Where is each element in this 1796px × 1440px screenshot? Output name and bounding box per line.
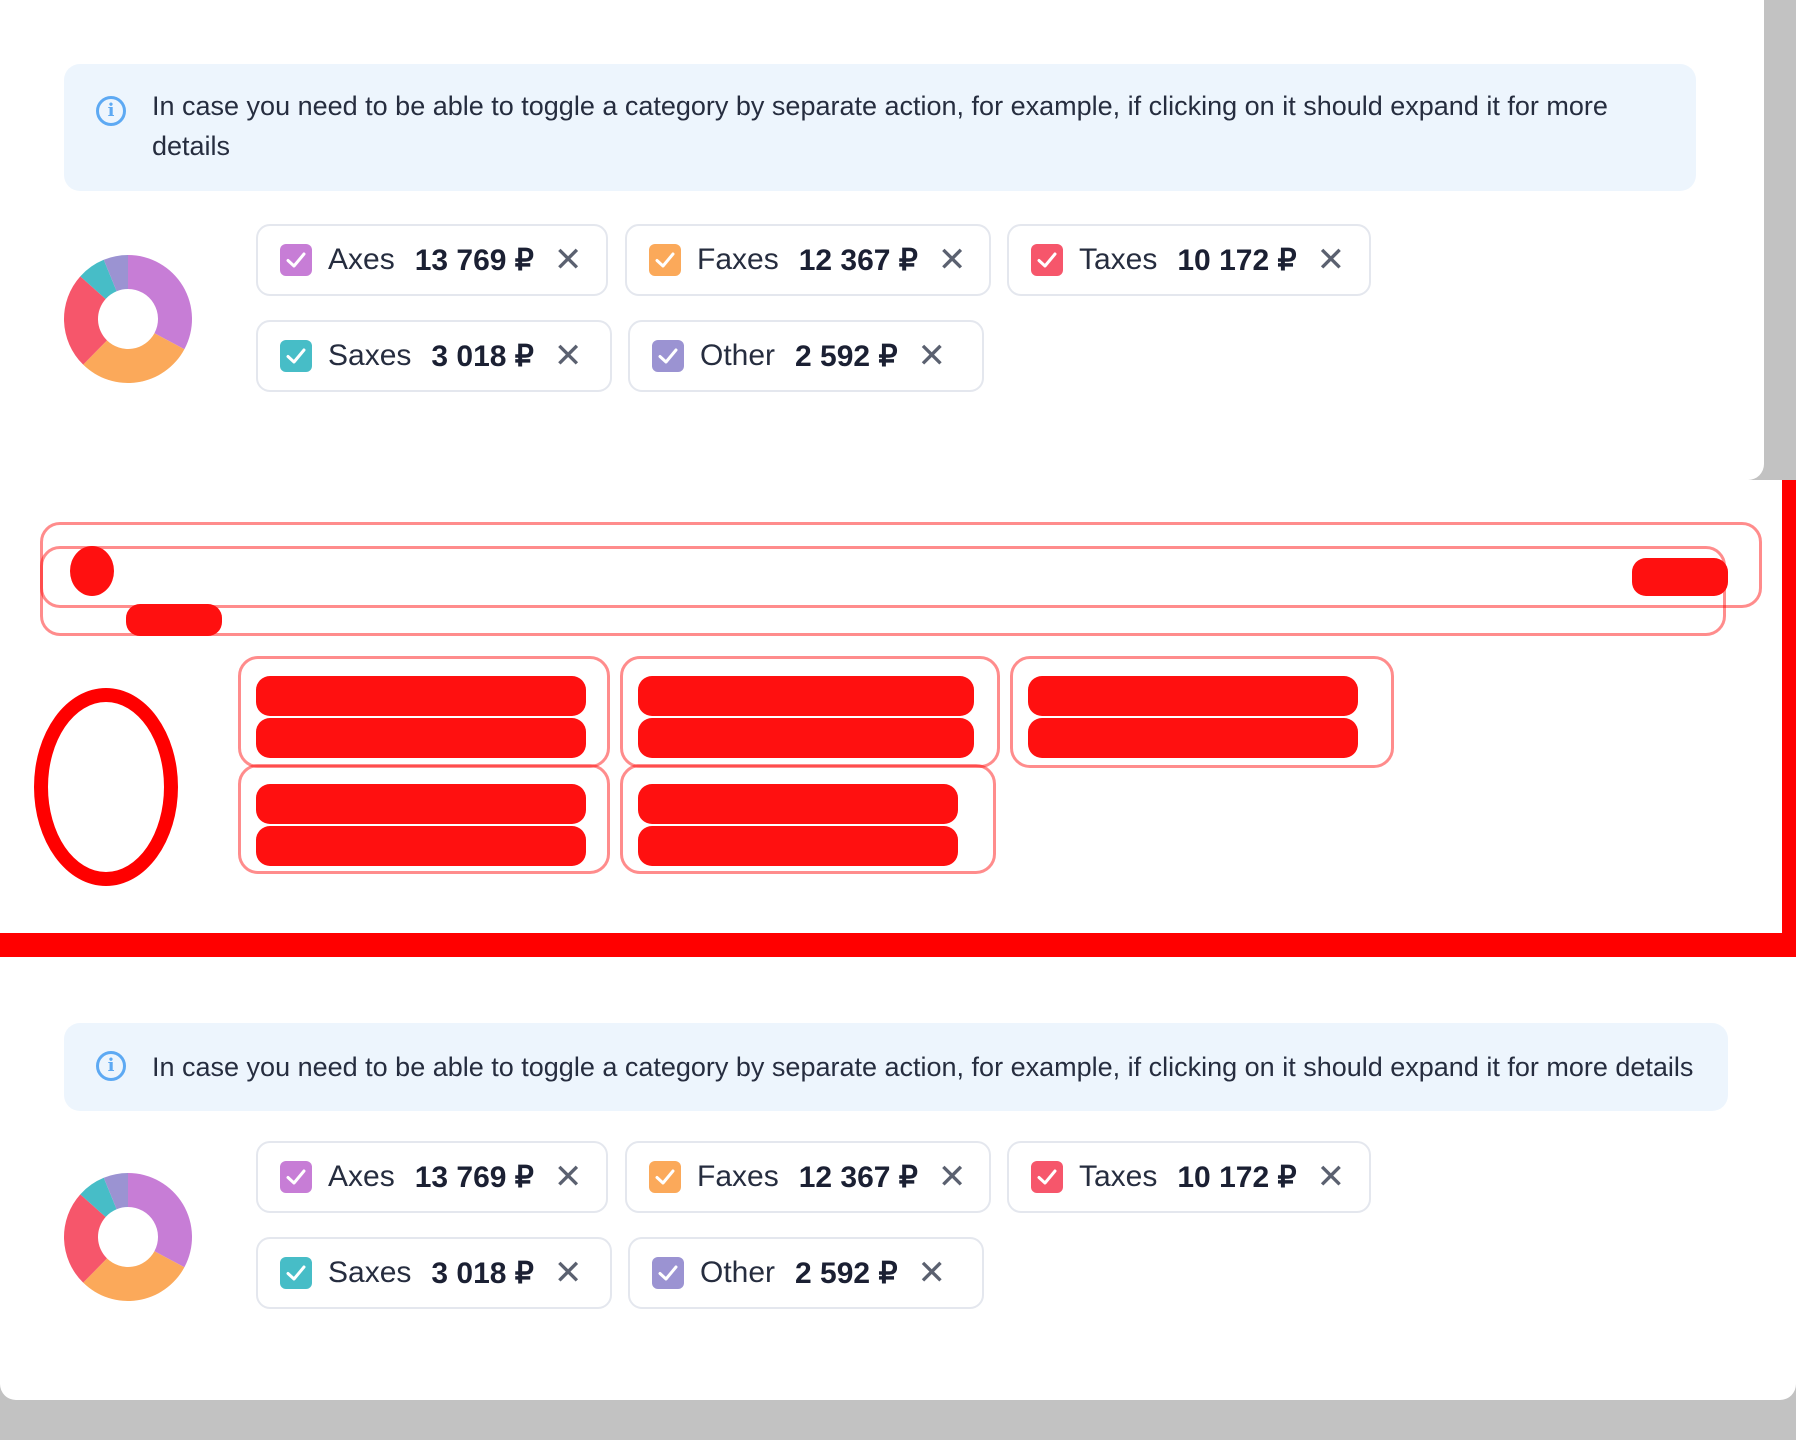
chip-value: 10 172 ₽ [1177,1160,1297,1194]
chip-value: 13 769 ₽ [414,1160,534,1194]
checkbox-faxes[interactable] [649,244,681,276]
chip-label: Axes [328,243,395,276]
diff-blob [1632,558,1728,596]
chip-faxes[interactable]: Faxes 12 367 ₽ ✕ [625,224,991,296]
chip-label: Taxes [1079,243,1158,276]
diff-donut [34,688,178,886]
chip-value: 3 018 ₽ [431,339,534,373]
diff-blob [256,826,586,866]
checkbox-axes[interactable] [280,244,312,276]
chip-value: 2 592 ₽ [795,339,898,373]
diff-blob [638,718,974,758]
close-icon[interactable]: ✕ [938,1160,967,1194]
close-icon[interactable]: ✕ [938,243,967,277]
chip-value: 2 592 ₽ [795,1256,898,1290]
close-icon[interactable]: ✕ [918,1256,947,1290]
diff-blob [638,676,974,716]
chip-saxes[interactable]: Saxes 3 018 ₽ ✕ [256,320,612,392]
diff-outline [40,546,1726,636]
chip-value: 12 367 ₽ [798,1160,918,1194]
checkbox-taxes[interactable] [1031,244,1063,276]
chip-label: Other [700,1256,776,1289]
info-icon: i [96,1051,126,1081]
diff-blob [256,718,586,758]
chip-value: 12 367 ₽ [798,243,918,277]
checkbox-faxes[interactable] [649,1161,681,1193]
close-icon[interactable]: ✕ [554,1256,583,1290]
chip-value: 3 018 ₽ [431,1256,534,1290]
diff-blob [70,546,114,596]
chip-axes[interactable]: Axes 13 769 ₽ ✕ [256,1141,608,1213]
chip-label: Faxes [697,1160,779,1193]
chip-value: 13 769 ₽ [414,243,534,277]
chip-label: Saxes [328,339,412,372]
chip-other[interactable]: Other 2 592 ₽ ✕ [628,1237,984,1309]
checkbox-other[interactable] [652,1257,684,1289]
donut-slice-axes [128,255,192,350]
chip-other[interactable]: Other 2 592 ₽ ✕ [628,320,984,392]
chip-label: Faxes [697,243,779,276]
donut-slice-axes [128,1173,192,1268]
close-icon[interactable]: ✕ [554,339,583,373]
info-banner: i In case you need to be able to toggle … [64,64,1696,191]
info-text: In case you need to be able to toggle a … [152,91,1608,161]
diff-blob [256,676,586,716]
diff-blob [638,784,958,824]
diff-blob [1028,676,1358,716]
chip-label: Axes [328,1160,395,1193]
checkbox-saxes[interactable] [280,1257,312,1289]
diff-overlay [0,480,1796,957]
close-icon[interactable]: ✕ [554,1160,583,1194]
diff-blob [638,826,958,866]
chip-axes[interactable]: Axes 13 769 ₽ ✕ [256,224,608,296]
close-icon[interactable]: ✕ [1317,1160,1346,1194]
chip-label: Taxes [1079,1160,1158,1193]
close-icon[interactable]: ✕ [1317,243,1346,277]
chip-label: Saxes [328,1256,412,1289]
donut-chart [64,1173,192,1301]
chip-taxes[interactable]: Taxes 10 172 ₽ ✕ [1007,224,1371,296]
checkbox-other[interactable] [652,340,684,372]
diff-blob [1028,718,1358,758]
diff-blob [126,604,222,636]
info-banner: i In case you need to be able to toggle … [64,1023,1728,1111]
checkbox-axes[interactable] [280,1161,312,1193]
info-icon: i [96,96,126,126]
diff-blob [256,784,586,824]
info-text: In case you need to be able to toggle a … [152,1052,1694,1082]
close-icon[interactable]: ✕ [554,243,583,277]
chip-saxes[interactable]: Saxes 3 018 ₽ ✕ [256,1237,612,1309]
bottom-panel: i In case you need to be able to toggle … [0,957,1796,1400]
chip-value: 10 172 ₽ [1177,243,1297,277]
donut-chart [64,255,192,383]
chip-taxes[interactable]: Taxes 10 172 ₽ ✕ [1007,1141,1371,1213]
chip-faxes[interactable]: Faxes 12 367 ₽ ✕ [625,1141,991,1213]
checkbox-saxes[interactable] [280,340,312,372]
top-panel: i In case you need to be able to toggle … [0,0,1764,480]
chip-label: Other [700,339,776,372]
checkbox-taxes[interactable] [1031,1161,1063,1193]
close-icon[interactable]: ✕ [918,339,947,373]
